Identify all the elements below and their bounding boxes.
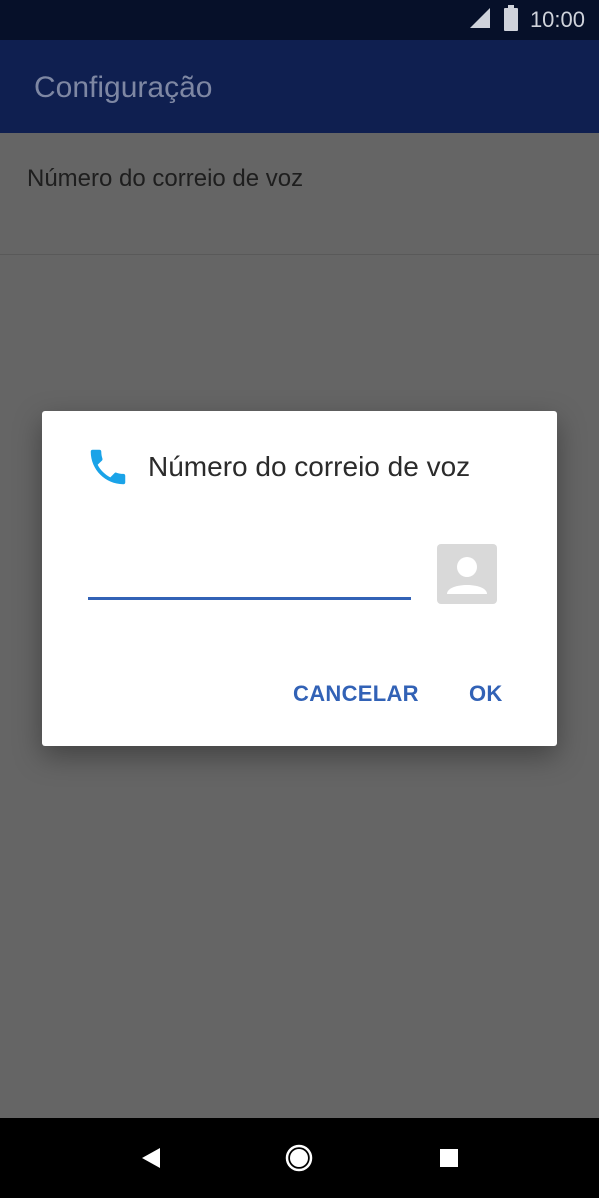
status-time: 10:00: [529, 7, 585, 32]
status-bar: 10:00: [0, 0, 599, 40]
voicemail-number-input[interactable]: [88, 553, 411, 600]
contact-picker-icon: [437, 557, 497, 604]
status-icons: 10:00: [468, 0, 585, 40]
list-item-voicemail-number[interactable]: Número do correio de voz: [0, 133, 599, 255]
cancel-button[interactable]: CANCELAR: [293, 681, 419, 707]
recents-icon[interactable]: [433, 1142, 465, 1174]
ok-button[interactable]: OK: [469, 681, 503, 707]
dialog-title: Número do correio de voz: [148, 451, 471, 482]
phone-icon: [85, 444, 131, 490]
signal-icon: [468, 6, 492, 35]
list-item-label: Número do correio de voz: [27, 165, 304, 192]
battery-icon: [503, 4, 518, 36]
back-icon[interactable]: [134, 1142, 166, 1174]
page-title: Configuração: [34, 71, 213, 104]
contact-picker-button[interactable]: [437, 544, 497, 604]
voicemail-number-dialog: Número do correio de voz CANCELAR OK: [42, 411, 557, 746]
navigation-bar: [0, 1118, 599, 1198]
home-icon[interactable]: [283, 1142, 315, 1174]
app-bar: Configuração: [0, 40, 599, 133]
